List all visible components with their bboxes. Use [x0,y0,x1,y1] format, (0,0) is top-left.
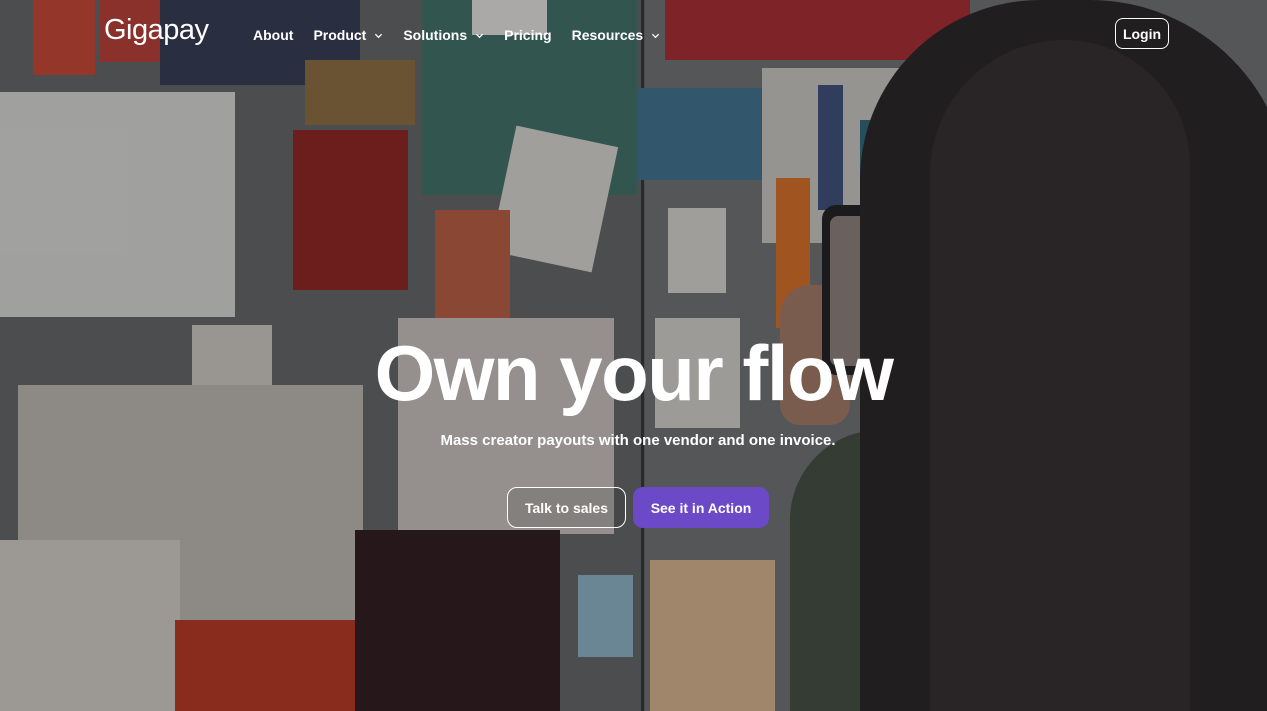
main-menu: About Product Solutions Pricing Resource… [253,26,680,44]
nav-solutions-label: Solutions [403,27,468,43]
login-button[interactable]: Login [1115,18,1169,49]
hero-headline: Own your flow [374,329,894,417]
chevron-down-icon [652,33,660,38]
nav-about[interactable]: About [253,26,293,44]
nav-product[interactable]: Product [313,26,383,44]
gigapay-logo[interactable]: Gigapay [104,14,209,47]
nav-resources-label: Resources [571,27,644,43]
nav-pricing[interactable]: Pricing [504,26,551,44]
hero-subheadline: Mass creator payouts with one vendor and… [440,432,836,449]
nav-solutions[interactable]: Solutions [403,26,484,44]
see-it-in-action-button[interactable]: See it in Action [633,487,769,528]
nav-product-label: Product [313,27,367,43]
top-navigation: Gigapay About Product Solutions Pricing … [0,0,1267,70]
chevron-down-icon [375,33,383,38]
nav-pricing-label: Pricing [504,27,552,43]
talk-to-sales-button[interactable]: Talk to sales [507,487,626,528]
nav-resources[interactable]: Resources [572,26,661,44]
nav-about-label: About [253,27,294,43]
chevron-down-icon [476,33,484,38]
